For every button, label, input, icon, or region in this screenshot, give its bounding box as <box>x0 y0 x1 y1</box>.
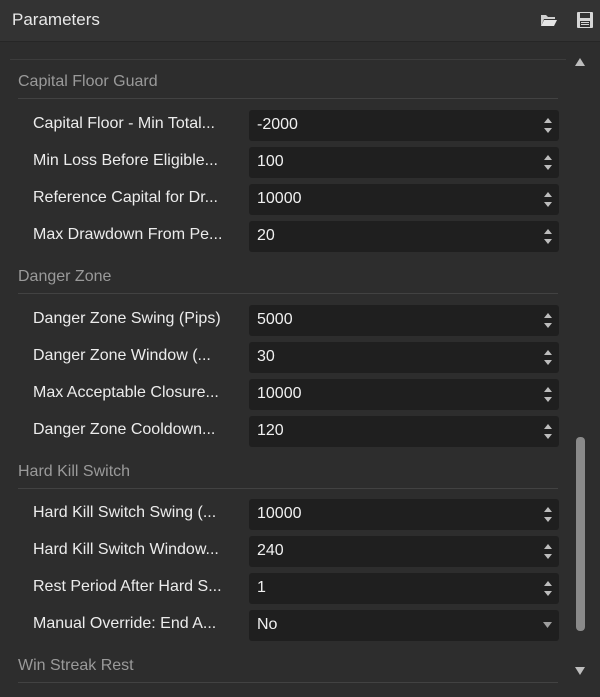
spinner-icon[interactable] <box>543 348 553 367</box>
scrollbar-thumb[interactable] <box>576 437 585 631</box>
spinner-icon[interactable] <box>543 542 553 561</box>
scrollbar[interactable] <box>570 42 600 697</box>
param-input[interactable]: 1 <box>249 573 559 604</box>
spinner-icon[interactable] <box>543 311 553 330</box>
section-divider <box>18 293 558 294</box>
section-divider <box>18 488 558 489</box>
param-value[interactable]: -2000 <box>257 116 298 134</box>
spinner-icon[interactable] <box>543 579 553 598</box>
param-value[interactable]: 30 <box>257 348 275 366</box>
param-row: Max Acceptable Closure... 10000 <box>0 379 570 410</box>
parameters-panel: Parameters Capital Floor Guard Capital F… <box>0 0 600 697</box>
param-label: Reference Capital for Dr... <box>33 189 218 206</box>
param-value[interactable]: 240 <box>257 542 284 560</box>
param-row: Rest Period After Hard S... 1 <box>0 573 570 604</box>
param-input[interactable]: 120 <box>249 416 559 447</box>
spinner-icon[interactable] <box>543 116 553 135</box>
parameters-list[interactable]: Capital Floor Guard Capital Floor - Min … <box>0 42 570 697</box>
param-row: Manual Override: End A... No <box>0 610 570 641</box>
param-input[interactable]: 240 <box>249 536 559 567</box>
section-title: Win Streak Rest <box>18 657 134 674</box>
param-row: Capital Floor - Min Total... -2000 <box>0 110 570 141</box>
section-win-streak-rest: Win Streak Rest <box>18 655 558 683</box>
param-row: Hard Kill Switch Swing (... 10000 <box>0 499 570 530</box>
spinner-icon[interactable] <box>543 190 553 209</box>
scroll-down-icon[interactable] <box>575 667 585 675</box>
param-row: Min Loss Before Eligible... 100 <box>0 147 570 178</box>
param-row: Reference Capital for Dr... 10000 <box>0 184 570 215</box>
param-label: Danger Zone Window (... <box>33 347 211 364</box>
folder-open-icon[interactable] <box>540 12 558 28</box>
param-value[interactable]: 20 <box>257 227 275 245</box>
spinner-icon[interactable] <box>543 385 553 404</box>
param-label: Rest Period After Hard S... <box>33 578 222 595</box>
section-danger-zone: Danger Zone <box>18 266 558 294</box>
param-input[interactable]: 5000 <box>249 305 559 336</box>
scroll-up-icon[interactable] <box>575 58 585 66</box>
spinner-icon[interactable] <box>543 505 553 524</box>
param-row: Danger Zone Cooldown... 120 <box>0 416 570 447</box>
param-input[interactable]: 10000 <box>249 499 559 530</box>
chevron-down-icon[interactable] <box>543 622 552 628</box>
param-value[interactable]: 10000 <box>257 385 302 403</box>
divider <box>10 59 566 60</box>
param-select[interactable]: No <box>249 610 559 641</box>
param-label: Capital Floor - Min Total... <box>33 115 215 132</box>
param-value[interactable]: 120 <box>257 422 284 440</box>
section-title: Hard Kill Switch <box>18 463 131 480</box>
param-value[interactable]: 1 <box>257 579 266 597</box>
param-value[interactable]: 5000 <box>257 311 293 329</box>
param-value[interactable]: 10000 <box>257 505 302 523</box>
section-title: Danger Zone <box>18 268 112 285</box>
param-label: Hard Kill Switch Window... <box>33 541 219 558</box>
param-value[interactable]: 10000 <box>257 190 302 208</box>
param-label: Min Loss Before Eligible... <box>33 152 218 169</box>
param-label: Manual Override: End A... <box>33 615 217 632</box>
param-label: Hard Kill Switch Swing (... <box>33 504 217 521</box>
param-value[interactable]: No <box>257 616 277 634</box>
param-label: Max Acceptable Closure... <box>33 384 219 401</box>
spinner-icon[interactable] <box>543 422 553 441</box>
param-value[interactable]: 100 <box>257 153 284 171</box>
panel-header: Parameters <box>0 0 600 42</box>
param-input[interactable]: 20 <box>249 221 559 252</box>
param-input[interactable]: 100 <box>249 147 559 178</box>
section-divider <box>18 682 558 683</box>
param-row: Hard Kill Switch Window... 240 <box>0 536 570 567</box>
spinner-icon[interactable] <box>543 153 553 172</box>
param-label: Danger Zone Swing (Pips) <box>33 310 221 327</box>
param-row: Danger Zone Window (... 30 <box>0 342 570 373</box>
param-label: Max Drawdown From Pe... <box>33 226 223 243</box>
section-hard-kill-switch: Hard Kill Switch <box>18 461 558 489</box>
param-input[interactable]: 10000 <box>249 184 559 215</box>
param-input[interactable]: 30 <box>249 342 559 373</box>
param-input[interactable]: -2000 <box>249 110 559 141</box>
section-capital-floor-guard: Capital Floor Guard <box>18 71 558 99</box>
param-row: Max Drawdown From Pe... 20 <box>0 221 570 252</box>
section-title: Capital Floor Guard <box>18 73 158 90</box>
param-row: Danger Zone Swing (Pips) 5000 <box>0 305 570 336</box>
section-divider <box>18 98 558 99</box>
panel-title: Parameters <box>12 10 100 29</box>
save-icon[interactable] <box>576 12 594 28</box>
spinner-icon[interactable] <box>543 227 553 246</box>
param-label: Danger Zone Cooldown... <box>33 421 216 438</box>
param-input[interactable]: 10000 <box>249 379 559 410</box>
